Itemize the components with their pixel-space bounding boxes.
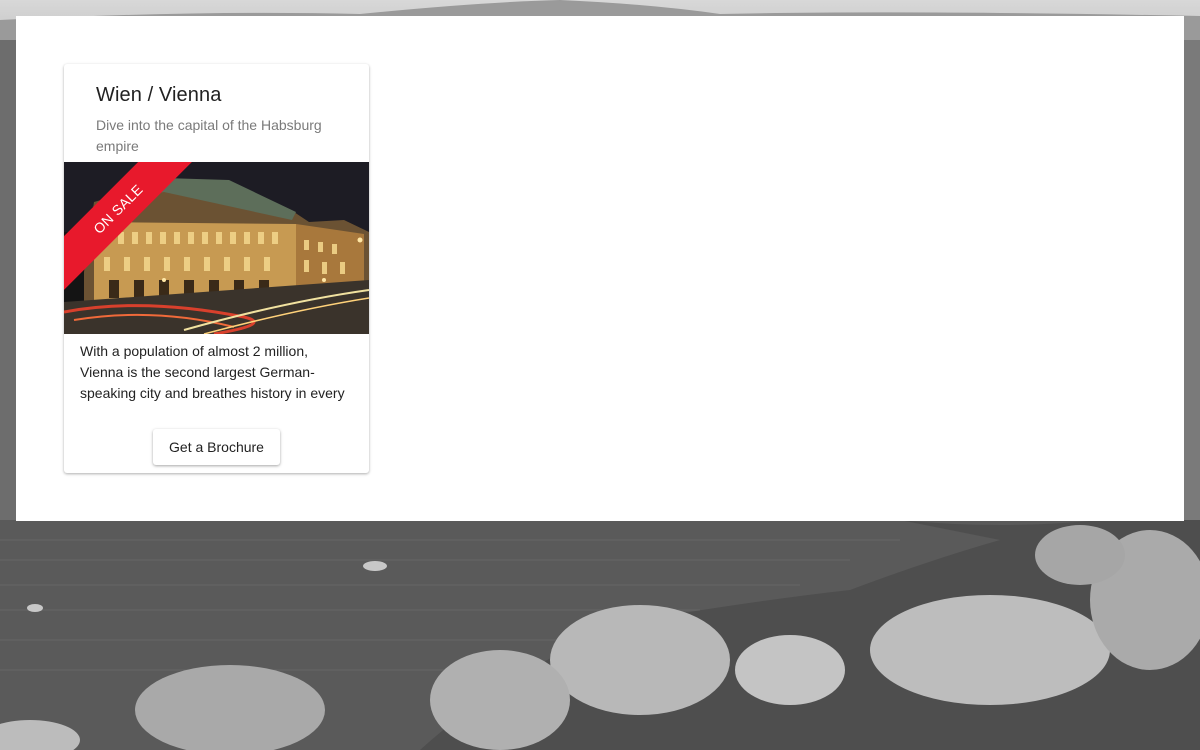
vienna-opera-image (64, 162, 369, 334)
content-panel: Wien / Vienna Dive into the capital of t… (16, 16, 1184, 521)
card-description: With a population of almost 2 million, V… (80, 343, 345, 401)
card-subtitle: Dive into the capital of the Habsburg em… (96, 117, 322, 154)
get-brochure-button[interactable]: Get a Brochure (153, 429, 280, 465)
card-image: ON SALE (64, 162, 369, 334)
card-title: Wien / Vienna (96, 84, 222, 106)
destination-card: Wien / Vienna Dive into the capital of t… (64, 64, 369, 473)
